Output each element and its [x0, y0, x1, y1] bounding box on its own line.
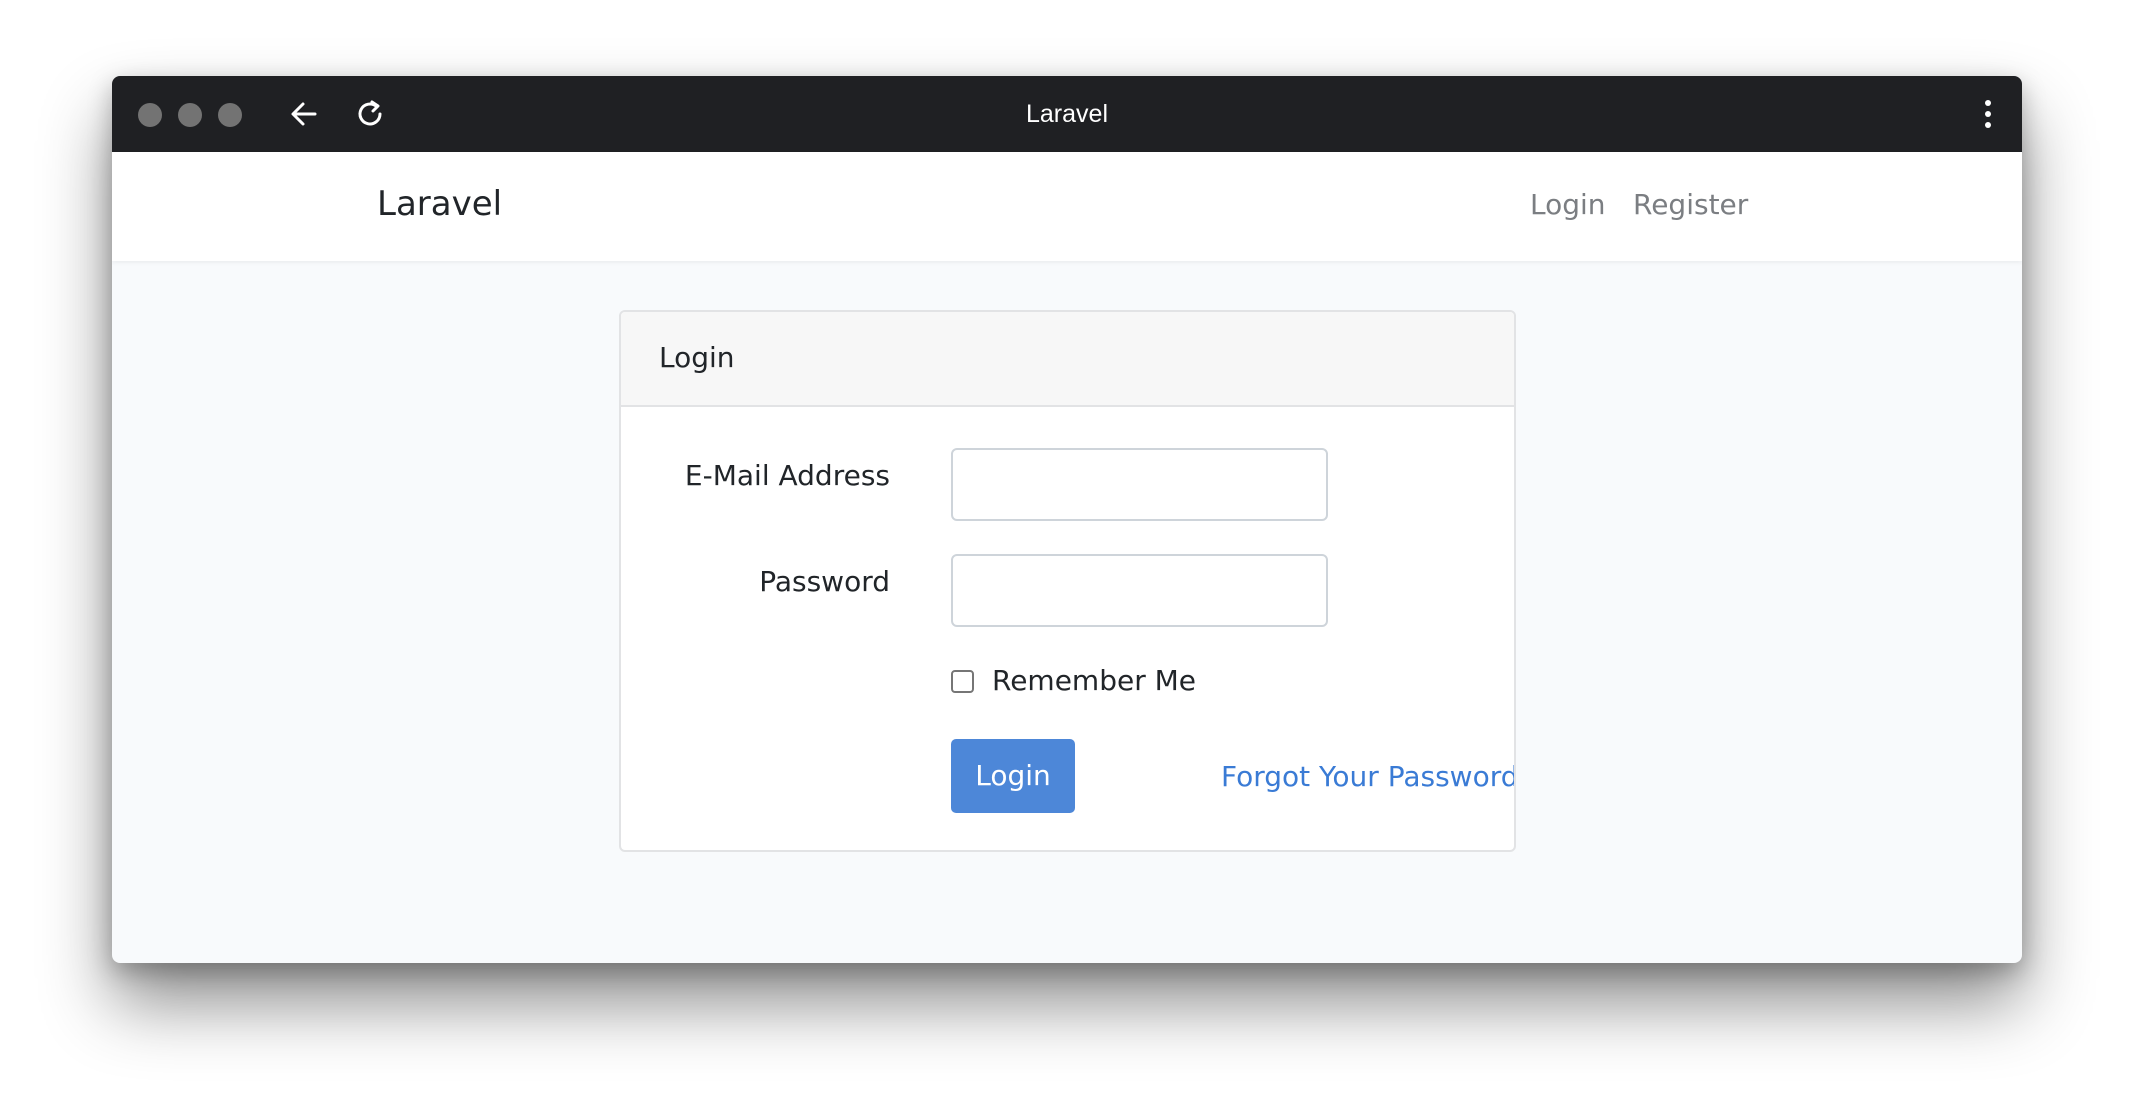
remember-me-checkbox[interactable]: [951, 670, 974, 693]
nav-login-link[interactable]: Login: [1530, 186, 1606, 224]
login-card: Login E-Mail Address Password Remember M…: [619, 310, 1516, 852]
email-field[interactable]: [951, 448, 1328, 521]
password-label: Password: [759, 565, 890, 598]
browser-window: Laravel Laravel Login Register Login E-M…: [112, 76, 2022, 963]
nav-register-link[interactable]: Register: [1633, 186, 1748, 224]
password-field[interactable]: [951, 554, 1328, 627]
navbar-brand[interactable]: Laravel: [377, 182, 502, 226]
site-navbar: Laravel Login Register: [112, 152, 2022, 261]
remember-me-label[interactable]: Remember Me: [992, 662, 1196, 700]
login-card-title: Login: [659, 341, 735, 374]
browser-title: Laravel: [1026, 100, 1108, 128]
more-vertical-icon[interactable]: [1970, 96, 2006, 132]
login-submit-button[interactable]: Login: [951, 739, 1075, 813]
email-label: E-Mail Address: [684, 459, 890, 492]
forgot-password-link[interactable]: Forgot Your Password?: [1221, 758, 1514, 796]
browser-titlebar: Laravel: [112, 76, 2022, 152]
login-card-header: Login: [621, 312, 1514, 407]
